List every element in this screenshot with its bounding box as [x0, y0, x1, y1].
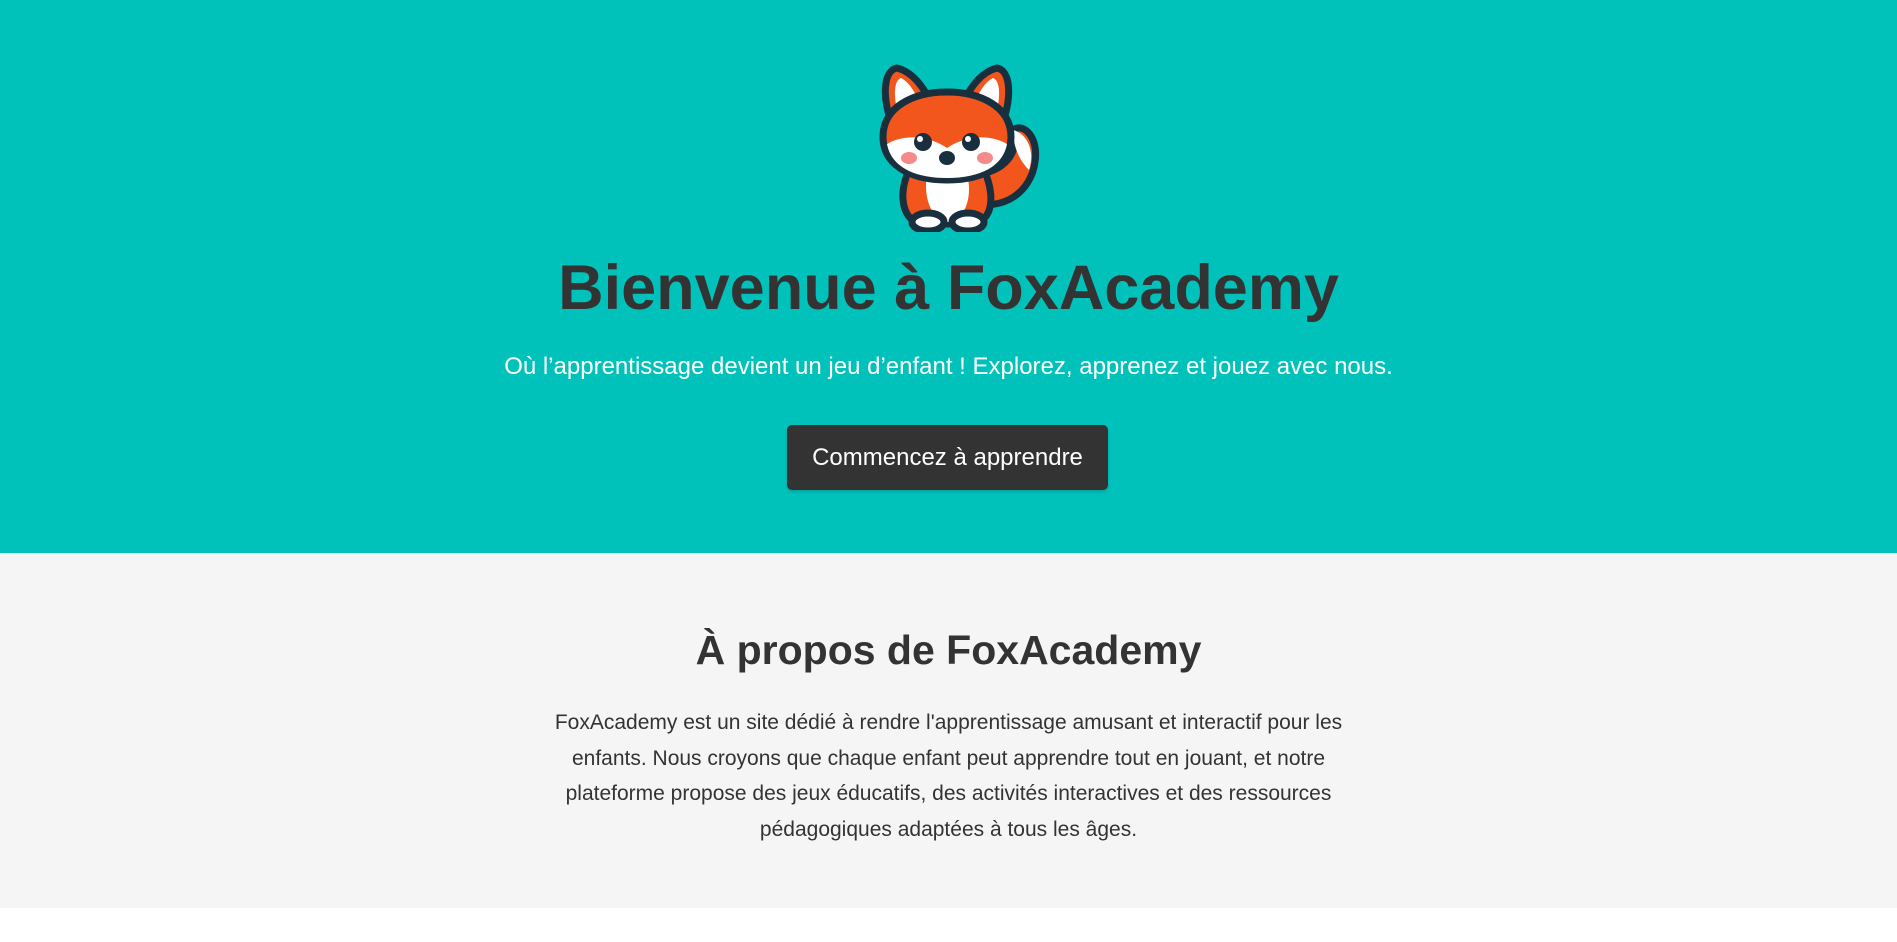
- about-description: FoxAcademy est un site dédié à rendre l'…: [554, 711, 1343, 841]
- hero-section: Bienvenue à FoxAcademy Où l’apprentissag…: [0, 0, 1897, 553]
- about-title: À propos de FoxAcademy: [695, 627, 1202, 673]
- about-section: À propos de FoxAcademy FoxAcademy est un…: [0, 553, 1897, 908]
- fox-mascot-icon: [879, 64, 1040, 232]
- hero-title: Bienvenue à FoxAcademy: [558, 253, 1339, 323]
- start-learning-button[interactable]: Commencez à apprendre: [787, 425, 1108, 490]
- hero-subtitle: Où l’apprentissage devient un jeu d’enfa…: [504, 353, 1393, 380]
